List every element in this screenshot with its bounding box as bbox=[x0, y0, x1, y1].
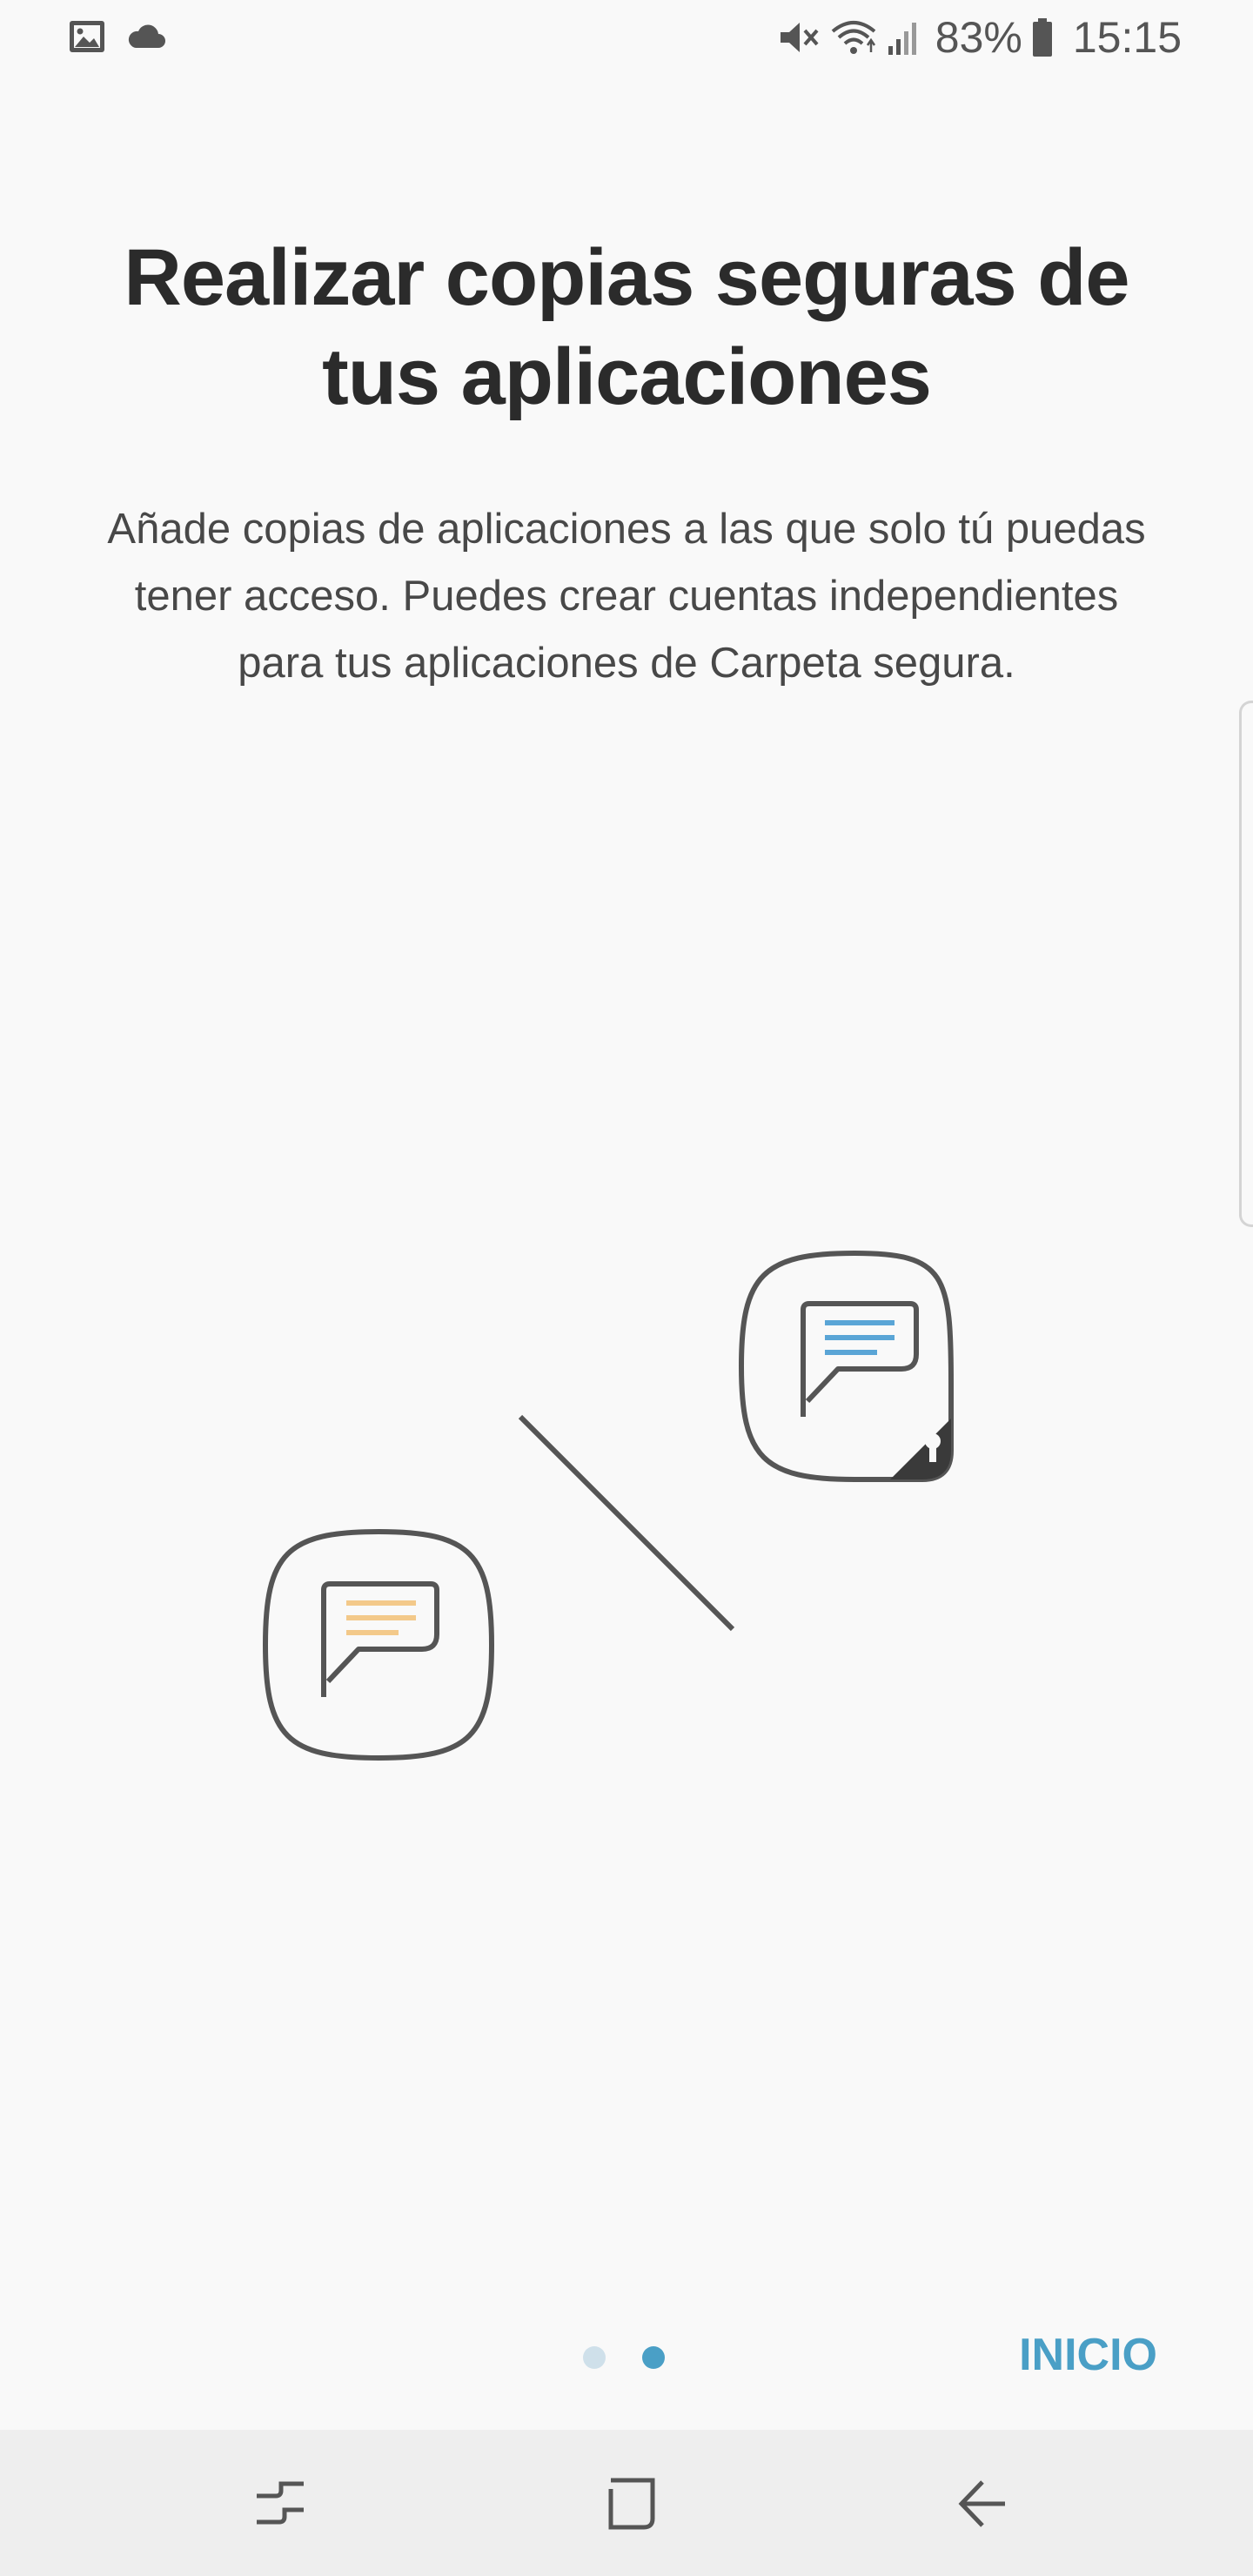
back-icon bbox=[958, 2480, 1005, 2527]
separator-line bbox=[518, 1414, 735, 1632]
page-dot-2-active bbox=[642, 2346, 665, 2369]
battery-icon bbox=[1032, 18, 1052, 57]
home-icon bbox=[608, 2478, 655, 2530]
page-dot-1 bbox=[583, 2346, 606, 2369]
battery-percentage: 83% bbox=[935, 13, 1022, 62]
secure-folder-illustration bbox=[262, 1250, 954, 1761]
image-icon bbox=[70, 21, 104, 52]
signal-icon bbox=[888, 23, 916, 55]
back-button[interactable] bbox=[942, 2465, 1021, 2543]
page-title: Realizar copias seguras de tus aplicacio… bbox=[124, 233, 1129, 421]
recent-apps-button[interactable] bbox=[241, 2465, 319, 2543]
notification-icons bbox=[68, 19, 167, 54]
secure-folder-intro-screen: 83% 15:15 Realizar copias seguras de tus… bbox=[0, 0, 1253, 2576]
edge-panel-handle[interactable] bbox=[1239, 701, 1253, 1227]
recent-apps-icon bbox=[257, 2481, 304, 2525]
status-bar: 83% 15:15 bbox=[0, 0, 1253, 78]
system-indicators: 83% 15:15 bbox=[777, 12, 1182, 63]
message-app-icon bbox=[262, 1528, 495, 1761]
wifi-icon bbox=[831, 21, 876, 54]
secure-message-app-icon bbox=[738, 1250, 954, 1482]
clock: 15:15 bbox=[1072, 13, 1182, 62]
start-button[interactable]: INICIO bbox=[1019, 2329, 1157, 2381]
home-button[interactable] bbox=[592, 2465, 670, 2543]
page-description: Añade copias de aplicaciones a las que s… bbox=[107, 506, 1146, 687]
cloud-icon bbox=[128, 24, 165, 48]
navigation-bar bbox=[0, 2430, 1253, 2576]
page-indicator bbox=[583, 2346, 665, 2369]
mute-icon bbox=[780, 23, 819, 52]
